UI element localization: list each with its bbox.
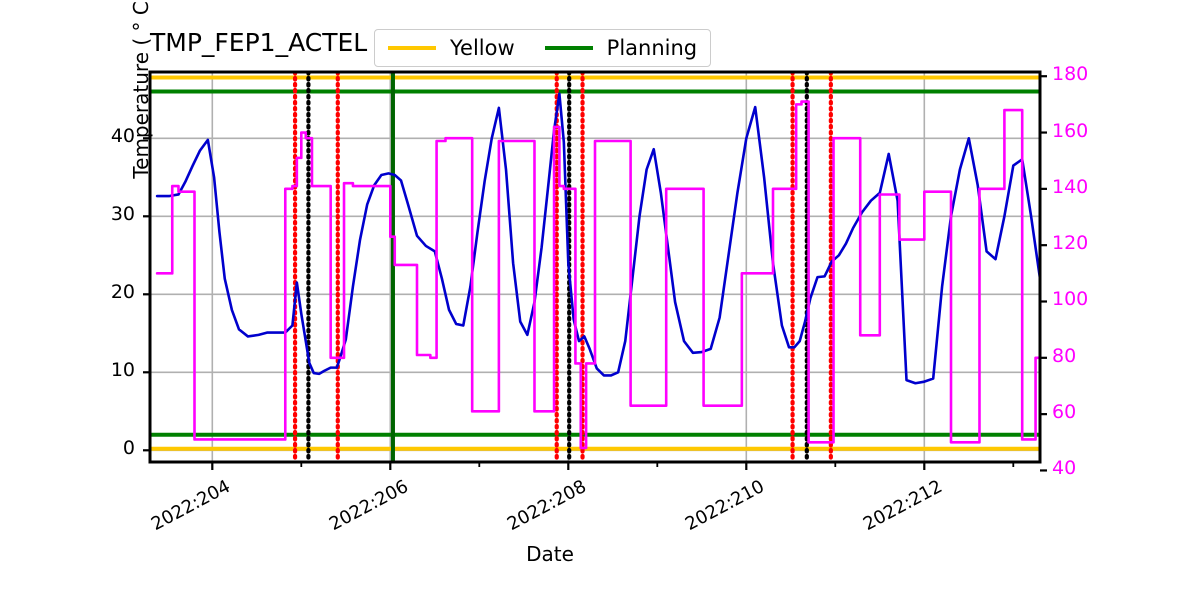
y-tick-label-right: 120 bbox=[1052, 232, 1089, 255]
y-tick-label-left: 40 bbox=[110, 125, 135, 148]
y-tick-label-right: 100 bbox=[1052, 288, 1089, 311]
legend-label-planning: Planning bbox=[606, 36, 698, 60]
legend-swatch-yellow bbox=[388, 46, 436, 50]
x-axis-label: Date bbox=[526, 542, 574, 566]
legend-label-yellow: Yellow bbox=[450, 36, 515, 60]
y-tick-label-right: 180 bbox=[1052, 63, 1089, 86]
y-tick-label-right: 60 bbox=[1052, 401, 1077, 424]
y-tick-label-right: 160 bbox=[1052, 119, 1089, 142]
y-tick-label-right: 140 bbox=[1052, 175, 1089, 198]
legend-item-yellow[interactable]: Yellow bbox=[388, 36, 515, 60]
legend-swatch-planning bbox=[544, 46, 593, 50]
y-tick-label-left: 20 bbox=[110, 281, 135, 304]
mask-bottom bbox=[0, 462, 1200, 600]
y-tick-label-right: 80 bbox=[1052, 344, 1077, 367]
chart-root: TMP_FEP1_ACTEL Yellow Planning Temperatu… bbox=[0, 0, 1200, 600]
legend-item-planning[interactable]: Planning bbox=[544, 36, 698, 60]
chart-title: TMP_FEP1_ACTEL bbox=[150, 28, 368, 57]
y-tick-label-left: 10 bbox=[110, 359, 135, 382]
y-tick-label-left: 0 bbox=[122, 437, 135, 460]
legend: Yellow Planning bbox=[374, 29, 712, 67]
y-tick-label-right: 40 bbox=[1052, 457, 1077, 480]
y-tick-label-left: 30 bbox=[110, 203, 135, 226]
